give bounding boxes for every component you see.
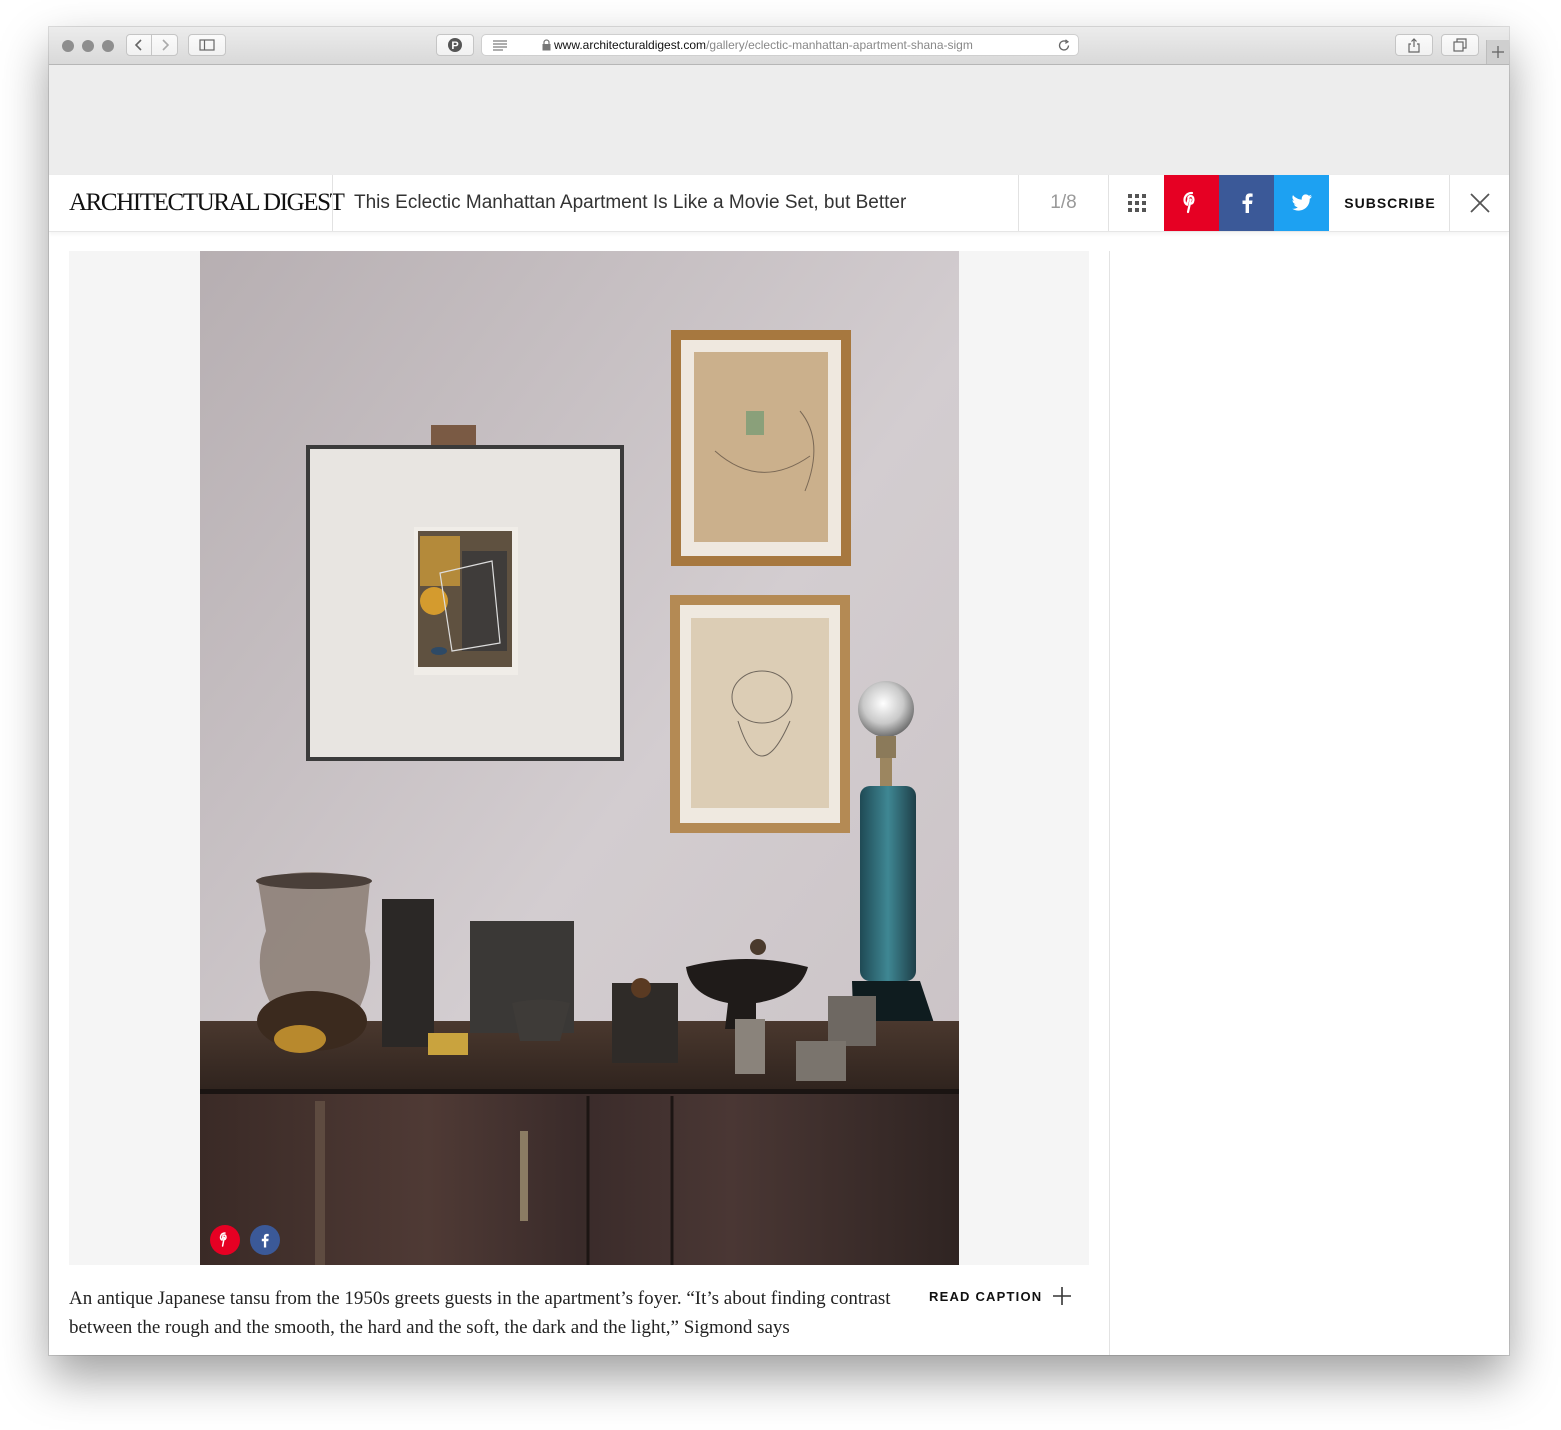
svg-text:P: P: [451, 40, 458, 52]
slide-counter: 1/8: [1050, 192, 1077, 213]
url-path: /gallery/eclectic-manhattan-apartment-sh…: [706, 38, 973, 52]
chevron-right-icon: [161, 39, 169, 51]
facebook-share-button[interactable]: [1219, 175, 1274, 231]
gallery-photo[interactable]: [200, 251, 959, 1265]
divider: [332, 175, 333, 231]
site-logo[interactable]: ARCHITECTURAL DIGEST: [69, 189, 345, 217]
tabs-icon: [1453, 38, 1467, 52]
browser-toolbar: P www.architecturaldigest.com/gallery/ec…: [49, 27, 1509, 65]
grid-icon: [1127, 194, 1146, 212]
url-domain: www.architecturaldigest.com: [554, 38, 707, 52]
pinterest-icon: P: [448, 38, 462, 52]
reader-icon[interactable]: [492, 39, 508, 51]
ad-banner-area: [49, 65, 1509, 175]
pinterest-share-button[interactable]: [1164, 175, 1219, 231]
reload-icon[interactable]: [1058, 39, 1071, 52]
foyer-photo-illustration: [200, 251, 959, 1265]
photo-caption: An antique Japanese tansu from the 1950s…: [69, 1288, 891, 1338]
gallery-grid-button[interactable]: [1109, 175, 1164, 231]
pinterest-icon: [1182, 191, 1195, 214]
address-bar[interactable]: www.architecturaldigest.com/gallery/ecle…: [481, 34, 1079, 56]
close-window-button[interactable]: [62, 40, 74, 52]
chevron-left-icon: [134, 39, 142, 51]
close-gallery-button[interactable]: [1450, 175, 1509, 231]
sidebar-button[interactable]: [188, 34, 226, 56]
plus-icon: [1053, 1287, 1072, 1305]
close-icon: [1469, 193, 1490, 213]
share-icon: [1408, 37, 1420, 53]
share-button[interactable]: [1395, 34, 1433, 56]
plus-icon: [1492, 46, 1504, 58]
browser-window: P www.architecturaldigest.com/gallery/ec…: [49, 27, 1509, 1355]
subscribe-button[interactable]: SUBSCRIBE: [1331, 175, 1449, 231]
twitter-share-button[interactable]: [1274, 175, 1329, 231]
new-tab-button[interactable]: [1486, 40, 1509, 64]
pinterest-extension-button[interactable]: P: [436, 34, 474, 56]
facebook-icon: [1242, 193, 1253, 213]
facebook-icon: [261, 1233, 269, 1247]
gallery-image-stage: [69, 251, 1089, 1265]
twitter-icon: [1291, 194, 1312, 211]
back-button[interactable]: [126, 34, 152, 56]
read-caption-button[interactable]: READ CAPTION: [929, 1286, 1072, 1306]
read-caption-label: READ CAPTION: [929, 1288, 1043, 1304]
gallery-header: ARCHITECTURAL DIGEST This Eclectic Manha…: [49, 175, 1509, 232]
minimize-window-button[interactable]: [82, 40, 94, 52]
photo-pinterest-button[interactable]: [210, 1225, 240, 1255]
sidebar-icon: [199, 39, 215, 51]
forward-button[interactable]: [151, 34, 178, 56]
gallery-title: This Eclectic Manhattan Apartment Is Lik…: [354, 192, 907, 213]
zoom-window-button[interactable]: [102, 40, 114, 52]
url-text: www.architecturaldigest.com/gallery/ecle…: [554, 38, 1029, 52]
lock-icon: [542, 39, 551, 51]
photo-facebook-button[interactable]: [250, 1225, 280, 1255]
pinterest-icon: [219, 1232, 227, 1247]
tabs-overview-button[interactable]: [1441, 34, 1479, 56]
right-sidebar: [1110, 251, 1509, 1355]
